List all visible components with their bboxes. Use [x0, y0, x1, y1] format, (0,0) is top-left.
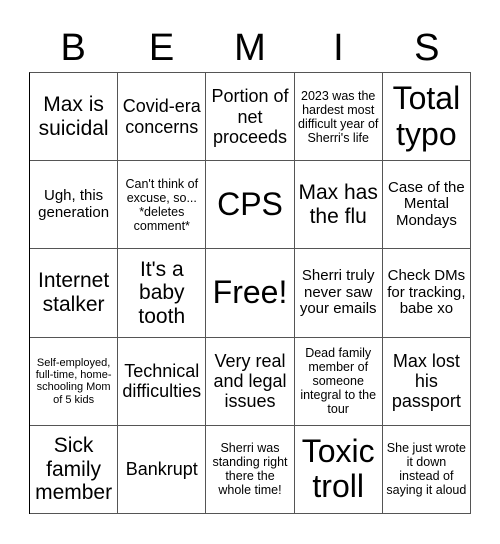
bingo-cell[interactable]: Check DMs for tracking, babe xo — [382, 249, 471, 338]
bingo-cell-text: Dead family member of someone integral t… — [300, 346, 377, 417]
bingo-cell[interactable]: Ugh, this generation — [30, 161, 119, 250]
bingo-cell[interactable]: Technical difficulties — [118, 337, 207, 426]
bingo-cell[interactable]: Sherri was standing right there the whol… — [206, 425, 295, 514]
bingo-cell-text: Internet stalker — [37, 269, 110, 316]
bingo-cell-text: Max lost his passport — [391, 350, 461, 412]
bingo-cell-text: Can't think of excuse, so... *deletes co… — [125, 176, 199, 233]
bingo-cell-text: Sherri truly never saw your emails — [299, 266, 377, 318]
bingo-cell-text: Self-employed, full-time, home-schooling… — [35, 356, 112, 406]
bingo-cell[interactable]: Total typo — [382, 73, 471, 162]
bingo-cell-text: Sick family member — [35, 434, 113, 505]
bingo-cell-text: Sherri was standing right there the whol… — [212, 441, 288, 498]
bingo-cell[interactable]: Max lost his passport — [382, 337, 471, 426]
bingo-cell[interactable]: Dead family member of someone integral t… — [294, 337, 383, 426]
bingo-header: B E M I S — [29, 24, 471, 72]
bingo-cell[interactable]: Self-employed, full-time, home-schooling… — [30, 337, 119, 426]
bingo-cell[interactable]: Max has the flu — [294, 161, 383, 250]
bingo-cell-text: Max is suicidal — [38, 93, 109, 140]
bingo-cell-text: Max has the flu — [298, 181, 378, 228]
bingo-cell-text: Ugh, this generation — [38, 186, 110, 221]
bingo-cell[interactable]: Toxic troll — [294, 425, 383, 514]
header-letter-s: S — [414, 27, 440, 69]
bingo-cell[interactable]: She just wrote it down instead of saying… — [382, 425, 471, 514]
header-letter-i: I — [333, 27, 344, 69]
header-letter-m: M — [234, 27, 266, 69]
bingo-cell[interactable]: Bankrupt — [118, 425, 207, 514]
bingo-cell-text: Bankrupt — [125, 459, 198, 480]
bingo-cell[interactable]: Portion of net proceeds — [206, 73, 295, 162]
header-letter-e: E — [148, 27, 175, 69]
bingo-cell[interactable]: Max is suicidal — [30, 73, 119, 162]
bingo-cell-text: CPS — [217, 185, 283, 222]
bingo-cell[interactable]: Can't think of excuse, so... *deletes co… — [118, 161, 207, 250]
bingo-cell[interactable]: Internet stalker — [30, 249, 119, 338]
bingo-cell-text: 2023 was the hardest most difficult year… — [298, 88, 379, 145]
bingo-cell[interactable]: It's a baby tooth — [118, 249, 207, 338]
bingo-cell[interactable]: 2023 was the hardest most difficult year… — [294, 73, 383, 162]
bingo-cell-text: Free! — [212, 274, 288, 311]
bingo-cell-text: Case of the Mental Mondays — [388, 178, 465, 230]
bingo-cell-text: Very real and legal issues — [213, 350, 287, 412]
bingo-cell-text: She just wrote it down instead of saying… — [386, 441, 467, 498]
bingo-cell-text: Portion of net proceeds — [211, 86, 289, 147]
bingo-cell[interactable]: CPS — [206, 161, 295, 250]
bingo-cell-text: Total typo — [392, 79, 461, 152]
free-space-cell[interactable]: Free! — [206, 249, 295, 338]
bingo-cell[interactable]: Covid-era concerns — [118, 73, 207, 162]
bingo-cell[interactable]: Sherri truly never saw your emails — [294, 249, 383, 338]
bingo-cell[interactable]: Sick family member — [30, 425, 119, 514]
bingo-cell-text: Covid-era concerns — [122, 96, 201, 137]
bingo-cell-text: It's a baby tooth — [138, 257, 186, 328]
bingo-cell-text: Technical difficulties — [122, 361, 202, 402]
bingo-card: Max is suicidal Covid-era concerns Portion… — [29, 72, 471, 514]
header-letter-b: B — [60, 27, 86, 69]
bingo-cell[interactable]: Very real and legal issues — [206, 337, 295, 426]
bingo-cell-text: Toxic troll — [301, 432, 375, 505]
bingo-cell-text: Check DMs for tracking, babe xo — [387, 266, 466, 318]
bingo-cell[interactable]: Case of the Mental Mondays — [382, 161, 471, 250]
